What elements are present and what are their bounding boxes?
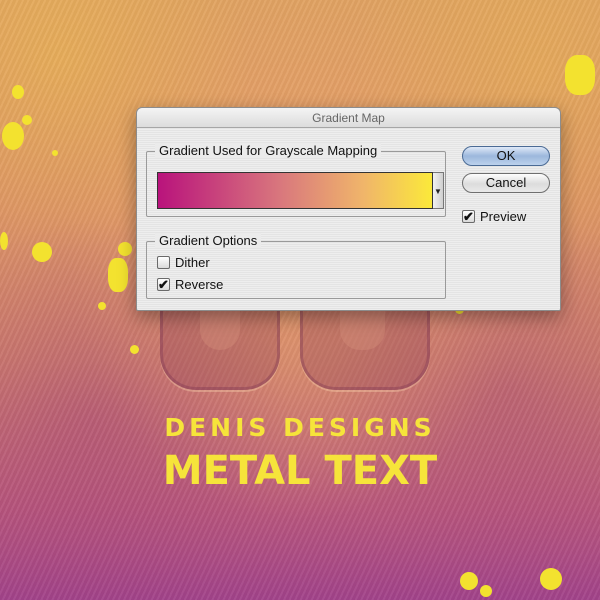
preview-label: Preview bbox=[480, 208, 527, 224]
paint-splatter bbox=[460, 572, 478, 590]
gradient-map-dialog: Gradient Map Gradient Used for Grayscale… bbox=[136, 107, 561, 311]
gradient-options-label: Gradient Options bbox=[155, 233, 262, 248]
reverse-option[interactable]: ✔ Reverse bbox=[157, 275, 223, 293]
dropdown-arrow-icon[interactable]: ▼ bbox=[433, 172, 444, 209]
gradient-group-label: Gradient Used for Grayscale Mapping bbox=[155, 143, 382, 158]
dither-label: Dither bbox=[175, 254, 210, 270]
paint-splatter bbox=[98, 302, 106, 310]
paint-splatter bbox=[540, 568, 562, 590]
dither-option[interactable]: Dither bbox=[157, 253, 210, 271]
paint-splatter bbox=[118, 242, 132, 256]
artwork-title-line2: METAL TEXT bbox=[162, 448, 438, 494]
paint-splatter bbox=[565, 55, 595, 95]
gradient-swatch[interactable] bbox=[157, 172, 433, 209]
ok-button[interactable]: OK bbox=[462, 146, 550, 166]
gradient-options-group: Gradient Options Dither ✔ Reverse bbox=[146, 233, 446, 299]
artwork-canvas: DENIS DESIGNS METAL TEXT Gradient Map Gr… bbox=[0, 0, 600, 600]
reverse-label: Reverse bbox=[175, 276, 224, 292]
dither-checkbox[interactable] bbox=[157, 255, 170, 269]
paint-splatter bbox=[480, 585, 492, 597]
paint-splatter bbox=[22, 115, 32, 125]
paint-splatter bbox=[130, 345, 139, 354]
paint-splatter bbox=[52, 150, 58, 156]
paint-splatter bbox=[32, 242, 52, 262]
paint-splatter bbox=[2, 122, 24, 150]
paint-splatter bbox=[12, 85, 24, 99]
reverse-checkbox[interactable]: ✔ bbox=[157, 277, 170, 291]
dialog-title[interactable]: Gradient Map bbox=[137, 108, 560, 128]
paint-splatter bbox=[108, 258, 128, 292]
preview-option[interactable]: ✔ Preview bbox=[462, 207, 526, 225]
paint-splatter bbox=[0, 232, 8, 250]
preview-checkbox[interactable]: ✔ bbox=[462, 209, 475, 223]
artwork-title-line1: DENIS DESIGNS bbox=[164, 413, 436, 442]
cancel-button[interactable]: Cancel bbox=[462, 173, 550, 193]
gradient-group: Gradient Used for Grayscale Mapping ▼ bbox=[146, 143, 446, 217]
